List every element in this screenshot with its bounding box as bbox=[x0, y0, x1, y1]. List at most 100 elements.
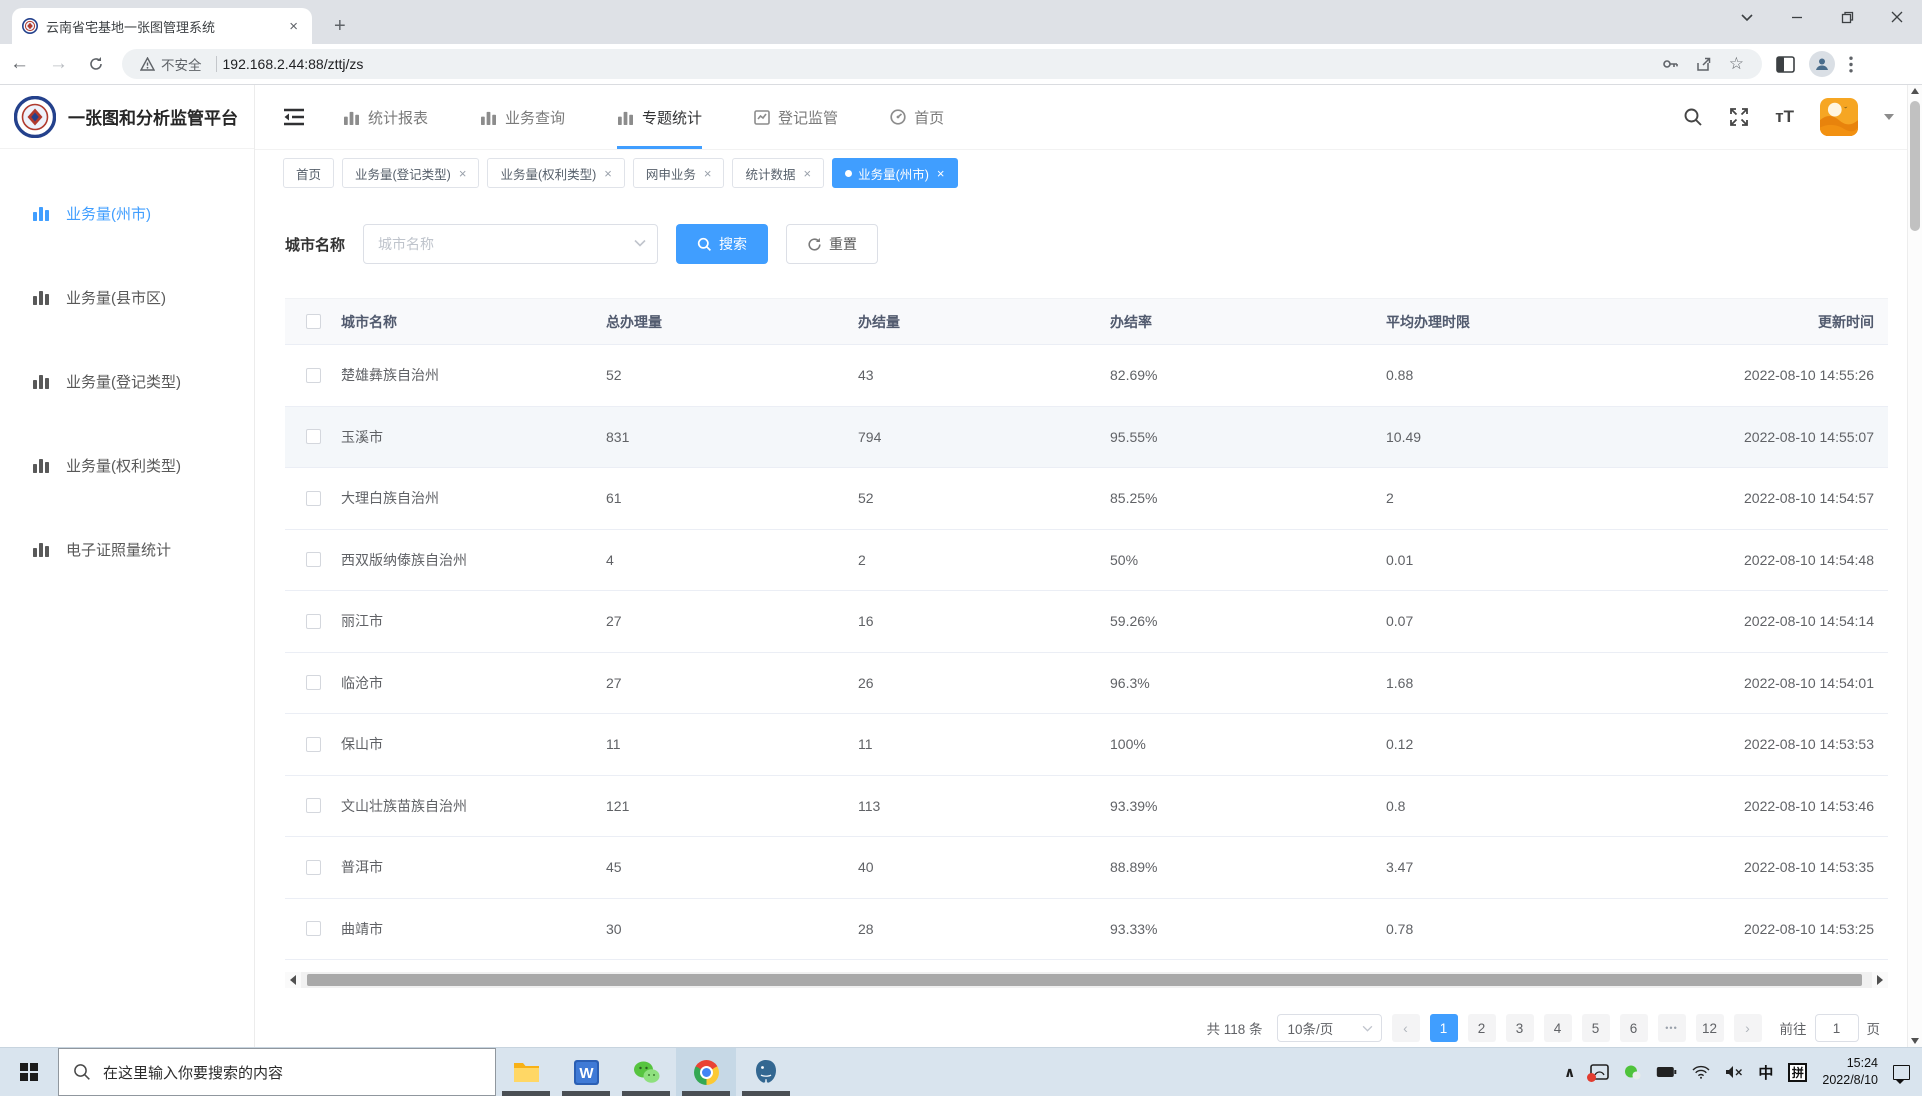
search-button[interactable]: 搜索 bbox=[676, 224, 768, 264]
maximize-button[interactable] bbox=[1822, 0, 1872, 34]
tray-app-badge-icon[interactable] bbox=[1590, 1064, 1609, 1080]
close-tab-icon[interactable]: × bbox=[704, 166, 712, 181]
next-page-button[interactable]: › bbox=[1734, 1014, 1762, 1042]
scroll-down-icon[interactable] bbox=[1911, 1038, 1919, 1044]
row-checkbox[interactable] bbox=[306, 921, 321, 936]
row-checkbox[interactable] bbox=[306, 614, 321, 629]
scroll-up-icon[interactable] bbox=[1911, 88, 1919, 94]
vertical-scroll-thumb[interactable] bbox=[1910, 101, 1920, 231]
horizontal-scrollbar[interactable] bbox=[285, 972, 1888, 988]
page-tab-5[interactable]: 统计数据 × bbox=[732, 158, 824, 188]
taskbar-search[interactable]: 在这里输入你要搜索的内容 bbox=[58, 1048, 496, 1096]
close-window-button[interactable] bbox=[1872, 0, 1922, 34]
prev-page-button[interactable]: ‹ bbox=[1392, 1014, 1420, 1042]
horizontal-scroll-track[interactable] bbox=[301, 972, 1872, 988]
omnibox[interactable]: 不安全 192.168.2.44:88/zttj/zs ☆ bbox=[122, 49, 1762, 79]
browser-menu-icon[interactable] bbox=[1849, 56, 1853, 73]
taskbar-clock[interactable]: 15:24 2022/8/10 bbox=[1822, 1055, 1878, 1089]
security-section[interactable]: 不安全 bbox=[132, 54, 210, 74]
scroll-right-icon[interactable] bbox=[1872, 972, 1888, 988]
page-tab-1[interactable]: 首页 bbox=[283, 158, 334, 188]
table-row-4[interactable]: 西双版纳傣族自治州4250%0.012022-08-10 14:54:48 bbox=[285, 530, 1888, 592]
ime-language-indicator[interactable]: 中 bbox=[1758, 1062, 1773, 1083]
fullscreen-icon[interactable] bbox=[1729, 107, 1749, 127]
row-checkbox[interactable] bbox=[306, 675, 321, 690]
battery-icon[interactable] bbox=[1656, 1066, 1677, 1078]
ime-mode-indicator[interactable]: 拼 bbox=[1788, 1063, 1807, 1082]
page-tab-3[interactable]: 业务量(权利类型) × bbox=[487, 158, 624, 188]
nav-item-2[interactable]: 业务查询 bbox=[480, 85, 565, 149]
close-tab-icon[interactable]: × bbox=[937, 166, 945, 181]
reset-button[interactable]: 重置 bbox=[786, 224, 878, 264]
postgresql-icon[interactable] bbox=[736, 1048, 796, 1096]
bookmark-star-icon[interactable]: ☆ bbox=[1729, 54, 1744, 74]
browser-tab[interactable]: 云南省宅基地一张图管理系统 × bbox=[12, 8, 312, 44]
browser-profile-avatar[interactable] bbox=[1809, 51, 1835, 77]
page-button-12[interactable]: 12 bbox=[1696, 1014, 1724, 1042]
table-row-3[interactable]: 大理白族自治州615285.25%22022-08-10 14:54:57 bbox=[285, 468, 1888, 530]
nav-item-5[interactable]: 首页 bbox=[890, 85, 944, 149]
side-panel-icon[interactable] bbox=[1776, 56, 1795, 73]
horizontal-scroll-thumb[interactable] bbox=[307, 974, 1862, 986]
back-icon[interactable]: ← bbox=[0, 53, 39, 75]
user-avatar[interactable] bbox=[1820, 98, 1858, 136]
city-name-select[interactable] bbox=[363, 224, 658, 264]
notification-center-icon[interactable] bbox=[1893, 1065, 1910, 1080]
sidebar-collapse-icon[interactable] bbox=[283, 108, 305, 126]
new-tab-button[interactable]: + bbox=[326, 8, 354, 44]
row-checkbox[interactable] bbox=[306, 860, 321, 875]
row-checkbox[interactable] bbox=[306, 368, 321, 383]
nav-item-1[interactable]: 统计报表 bbox=[343, 85, 428, 149]
file-explorer-icon[interactable] bbox=[496, 1048, 556, 1096]
password-key-icon[interactable] bbox=[1661, 55, 1679, 73]
sidebar-item-5[interactable]: 电子证照量统计 bbox=[0, 521, 254, 577]
table-row-2[interactable]: 玉溪市83179495.55%10.492022-08-10 14:55:07 bbox=[285, 407, 1888, 469]
table-row-9[interactable]: 普洱市454088.89%3.472022-08-10 14:53:35 bbox=[285, 837, 1888, 899]
font-size-icon[interactable]: тT bbox=[1775, 107, 1794, 127]
sidebar-item-3[interactable]: 业务量(登记类型) bbox=[0, 353, 254, 409]
row-checkbox[interactable] bbox=[306, 737, 321, 752]
row-checkbox[interactable] bbox=[306, 552, 321, 567]
page-ellipsis[interactable]: ••• bbox=[1658, 1014, 1686, 1042]
page-button-5[interactable]: 5 bbox=[1582, 1014, 1610, 1042]
table-row-10[interactable]: 曲靖市302893.33%0.782022-08-10 14:53:25 bbox=[285, 899, 1888, 961]
row-checkbox[interactable] bbox=[306, 429, 321, 444]
url-text[interactable]: 192.168.2.44:88/zttj/zs bbox=[223, 56, 1661, 72]
minimize-button[interactable] bbox=[1772, 0, 1822, 34]
page-tab-6[interactable]: 业务量(州市) × bbox=[832, 158, 957, 188]
page-button-2[interactable]: 2 bbox=[1468, 1014, 1496, 1042]
tray-wechat-icon[interactable] bbox=[1624, 1065, 1641, 1080]
close-tab-icon[interactable]: × bbox=[803, 166, 811, 181]
select-all-checkbox[interactable] bbox=[306, 314, 321, 329]
row-checkbox[interactable] bbox=[306, 798, 321, 813]
page-button-4[interactable]: 4 bbox=[1544, 1014, 1572, 1042]
page-button-6[interactable]: 6 bbox=[1620, 1014, 1648, 1042]
page-tab-4[interactable]: 网申业务 × bbox=[633, 158, 725, 188]
close-tab-icon[interactable]: × bbox=[459, 166, 467, 181]
sidebar-item-4[interactable]: 业务量(权利类型) bbox=[0, 437, 254, 493]
volume-muted-icon[interactable] bbox=[1725, 1065, 1743, 1079]
word-icon[interactable]: W bbox=[556, 1048, 616, 1096]
city-name-input[interactable] bbox=[363, 224, 658, 264]
reload-icon[interactable] bbox=[78, 56, 114, 72]
forward-icon[interactable]: → bbox=[39, 53, 78, 75]
row-checkbox[interactable] bbox=[306, 491, 321, 506]
user-menu-caret-icon[interactable] bbox=[1884, 114, 1894, 120]
page-button-3[interactable]: 3 bbox=[1506, 1014, 1534, 1042]
tray-expand-icon[interactable]: ∧ bbox=[1564, 1064, 1575, 1081]
sidebar-item-1[interactable]: 业务量(州市) bbox=[0, 185, 254, 241]
scroll-left-icon[interactable] bbox=[285, 972, 301, 988]
start-button[interactable] bbox=[0, 1048, 58, 1096]
goto-page-input[interactable] bbox=[1815, 1014, 1859, 1042]
close-tab-icon[interactable]: × bbox=[604, 166, 612, 181]
wechat-icon[interactable] bbox=[616, 1048, 676, 1096]
table-row-8[interactable]: 文山壮族苗族自治州12111393.39%0.82022-08-10 14:53… bbox=[285, 776, 1888, 838]
table-row-7[interactable]: 保山市1111100%0.122022-08-10 14:53:53 bbox=[285, 714, 1888, 776]
share-icon[interactable] bbox=[1695, 55, 1713, 73]
page-button-1[interactable]: 1 bbox=[1430, 1014, 1458, 1042]
page-tab-2[interactable]: 业务量(登记类型) × bbox=[342, 158, 479, 188]
chrome-icon[interactable] bbox=[676, 1048, 736, 1096]
sidebar-item-2[interactable]: 业务量(县市区) bbox=[0, 269, 254, 325]
search-icon[interactable] bbox=[1683, 107, 1703, 127]
tab-search-icon[interactable] bbox=[1722, 0, 1772, 34]
